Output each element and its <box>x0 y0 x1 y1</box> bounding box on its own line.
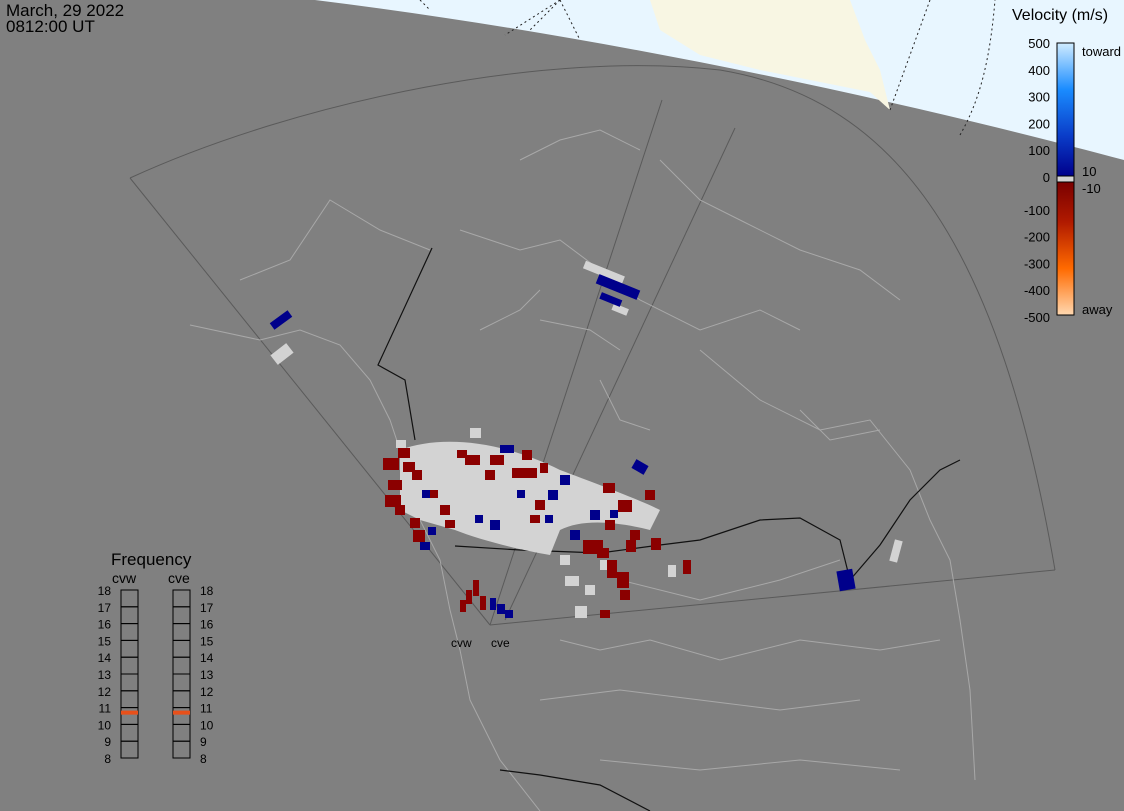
radar-map: March, 29 2022 0812:00 UT Velocity (m/s)… <box>6 0 1124 811</box>
frequency-scale-label: 17 <box>98 601 112 615</box>
frequency-radar-cve: cve <box>168 570 190 586</box>
frequency-scale-cell <box>120 690 139 709</box>
frequency-scale-label: 15 <box>98 634 112 648</box>
colorbar-toward-label: toward <box>1082 44 1121 59</box>
frequency-scale-label: 16 <box>98 618 112 632</box>
frequency-scale-cell <box>120 707 139 725</box>
frequency-scale-cell <box>120 639 139 658</box>
ground-scatter-cells <box>270 260 903 618</box>
colorbar-tick-label: -100 <box>1024 203 1050 218</box>
radar-label-cve: cve <box>491 636 510 650</box>
frequency-scale-cell <box>120 606 139 625</box>
colorbar-tick-label: 100 <box>1028 143 1050 158</box>
frequency-scale-cell <box>172 606 191 625</box>
frequency-scale-cell <box>120 589 139 608</box>
colorbar-pos-min-label: 10 <box>1082 164 1096 179</box>
colorbar-tick-label: -200 <box>1024 230 1050 245</box>
colorbar-tick-label: 500 <box>1028 36 1050 51</box>
frequency-scale-cell <box>120 623 139 641</box>
frequency-scale-cell <box>172 740 191 759</box>
frequency-scale-label: 14 <box>200 651 214 665</box>
frequency-scale-cell <box>172 639 191 658</box>
frequency-scale-label: 12 <box>200 685 214 699</box>
frequency-scale-label: 13 <box>200 668 214 682</box>
frequency-radar-cvw: cvw <box>112 570 137 586</box>
frequency-title: Frequency <box>111 550 192 569</box>
coastlines <box>189 129 976 811</box>
frequency-scales: 18 17 16 15 14 13 12 11 10 9 8 18 17 16 15 14 13 12 11 10 9 8 <box>98 584 214 766</box>
frequency-scale-cell <box>172 690 191 709</box>
colorbar-tick-label: -300 <box>1024 256 1050 271</box>
frequency-scale-cell <box>120 656 139 675</box>
colorbar-tick-label: 300 <box>1028 90 1050 105</box>
frequency-scale-label: 9 <box>104 735 111 749</box>
colorbar-tick-label: 0 <box>1043 170 1050 185</box>
frequency-scale-cell <box>172 723 191 742</box>
frequency-scale-label: 9 <box>200 735 207 749</box>
frequency-scale-label: 10 <box>200 718 214 732</box>
frequency-marker-cve <box>173 710 190 715</box>
frequency-scale-cell <box>172 707 191 725</box>
frequency-scale-label: 8 <box>200 752 207 766</box>
frequency-scale-cell <box>172 589 191 608</box>
frequency-scale-label: 11 <box>99 702 112 716</box>
toward-velocity-cells <box>269 274 856 618</box>
frequency-scale-label: 15 <box>200 634 214 648</box>
colorbar-neg-min-label: -10 <box>1082 181 1101 196</box>
frequency-scale-label: 13 <box>98 668 112 682</box>
frequency-scale-label: 12 <box>98 685 112 699</box>
frequency-scale-label: 16 <box>200 618 214 632</box>
colorbar-away-label: away <box>1082 302 1113 317</box>
colorbar-tick-label: 400 <box>1028 63 1050 78</box>
frequency-scale-cell <box>172 673 191 692</box>
frequency-scale-cell <box>172 656 191 675</box>
frequency-marker-cvw <box>121 710 138 715</box>
frequency-scale-cell <box>172 623 191 641</box>
frequency-scale-cell <box>120 740 139 759</box>
frequency-scale-cell <box>120 673 139 692</box>
frequency-scale-label: 18 <box>200 584 214 598</box>
frequency-scale-label: 11 <box>200 702 213 716</box>
frequency-scale-label: 10 <box>98 718 112 732</box>
time-label: 0812:00 UT <box>6 17 95 36</box>
frequency-scale-label: 18 <box>98 584 112 598</box>
colorbar-tick-label: -400 <box>1024 283 1050 298</box>
frequency-scale-label: 8 <box>104 752 111 766</box>
colorbar-title: Velocity (m/s) <box>1012 7 1108 24</box>
frequency-scale-label: 17 <box>200 601 214 615</box>
frequency-scale-cell <box>120 723 139 742</box>
radar-label-cvw: cvw <box>451 636 472 650</box>
frequency-scale-label: 14 <box>98 651 112 665</box>
colorbar-tick-label: 200 <box>1028 116 1050 131</box>
colorbar-tick-label: -500 <box>1024 310 1050 325</box>
velocity-colorbar <box>1056 42 1075 316</box>
